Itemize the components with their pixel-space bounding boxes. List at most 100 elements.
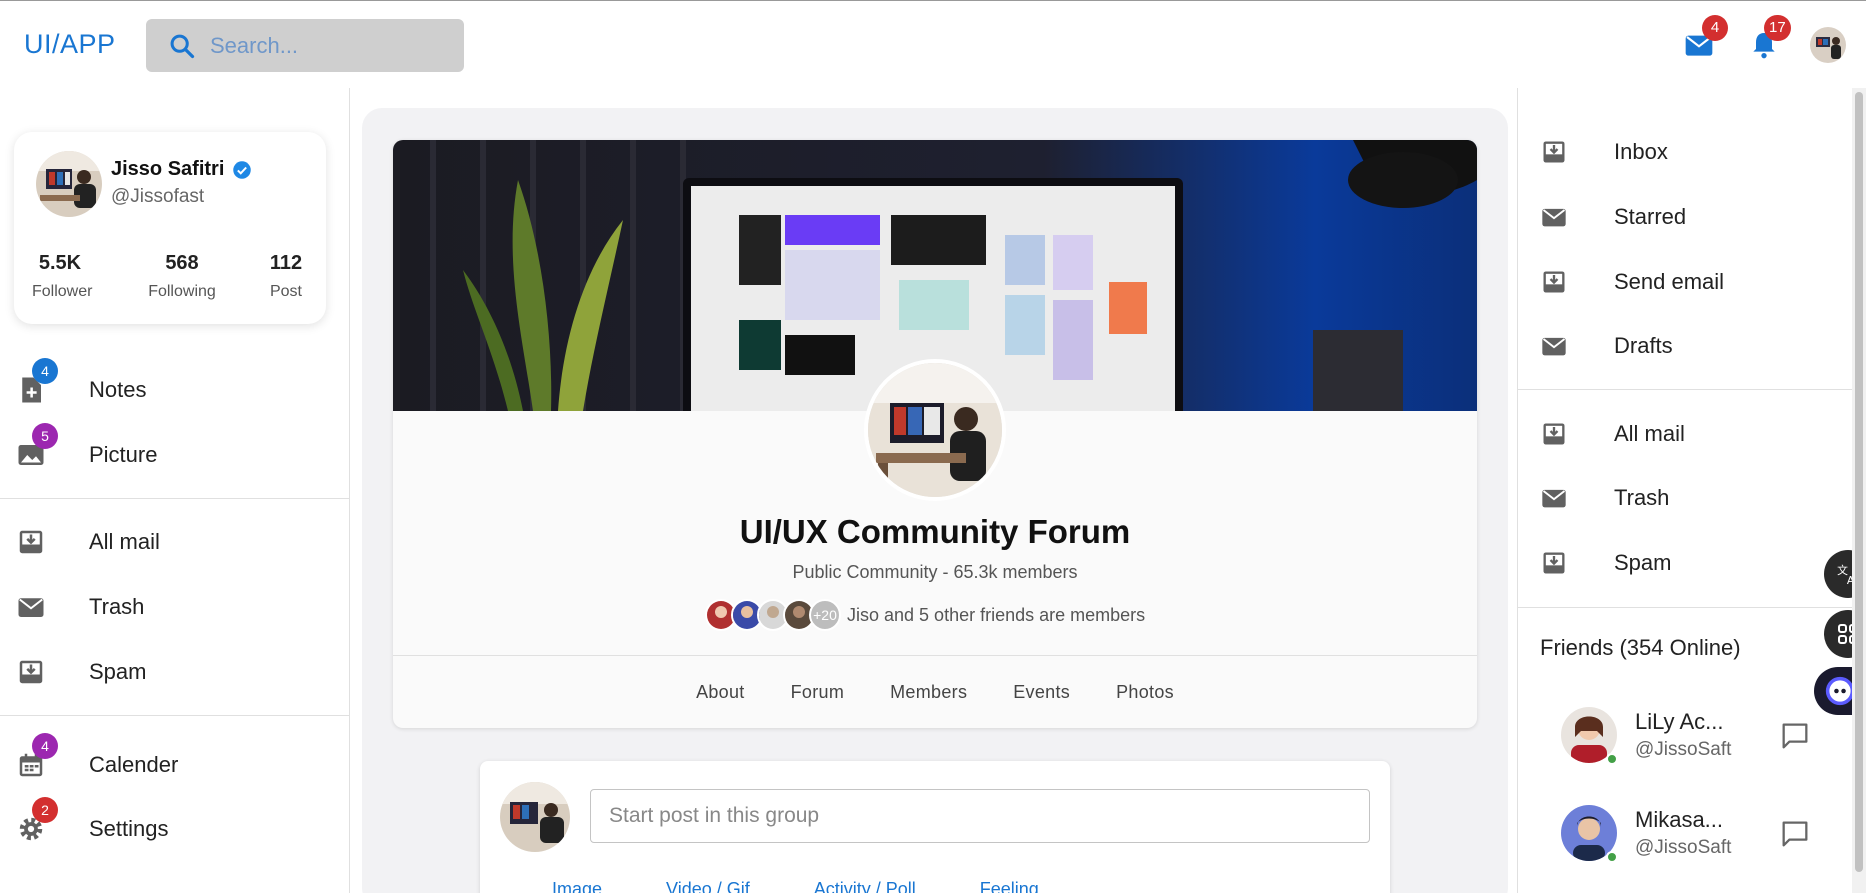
sidebar-item-spam[interactable]: Spam xyxy=(0,642,350,702)
mail-badge: 4 xyxy=(1702,15,1728,41)
notifications-badge: 17 xyxy=(1764,15,1791,41)
sidebar-divider xyxy=(0,498,350,499)
mail-item-send-email[interactable]: Send email xyxy=(1518,254,1853,310)
sidebar-item-label: Notes xyxy=(89,377,147,402)
right-divider xyxy=(1518,389,1853,390)
mail-icon xyxy=(1542,337,1566,356)
app-logo[interactable]: UI/APP xyxy=(24,29,116,60)
members-text: Jiso and 5 other friends are members xyxy=(847,604,1146,625)
mail-item-inbox[interactable]: Inbox xyxy=(1518,124,1853,180)
verified-icon xyxy=(233,160,252,179)
chat-icon[interactable] xyxy=(1778,719,1812,753)
sidebar-item-label: Trash xyxy=(89,594,145,619)
mail-item-label: Spam xyxy=(1614,550,1672,575)
sidebar-item-settings[interactable]: 2 Settings xyxy=(0,797,350,859)
sidebar-item-label: Settings xyxy=(89,816,169,841)
profile-name: Jisso Safitri xyxy=(111,158,225,180)
move-to-inbox-icon xyxy=(19,660,43,684)
search-input[interactable] xyxy=(210,32,440,59)
sidebar-item-label: All mail xyxy=(89,529,160,554)
mail-item-label: Trash xyxy=(1614,485,1670,510)
friend-item[interactable]: LiLy Ac... @JissoSaft xyxy=(1518,699,1853,779)
mail-item-drafts[interactable]: Drafts xyxy=(1518,318,1853,374)
profile-name-row: Jisso Safitri xyxy=(111,158,252,181)
post-composer: Image Video / Gif Activity / Poll Feelin… xyxy=(480,761,1390,893)
tab-photos[interactable]: Photos xyxy=(1116,682,1174,703)
right-sidebar: Inbox Starred Send email Drafts All mail… xyxy=(1517,88,1866,893)
notes-badge: 4 xyxy=(32,358,58,384)
composer-actions: Image Video / Gif Activity / Poll Feelin… xyxy=(552,879,1039,893)
profile-card[interactable]: Jisso Safitri @Jissofast 5.5K Follower 5… xyxy=(14,132,326,324)
stat-value: 5.5K xyxy=(38,252,82,274)
mail-icon xyxy=(1542,208,1566,227)
calender-badge: 4 xyxy=(32,733,58,759)
move-to-inbox-icon xyxy=(1543,423,1565,445)
composer-avatar xyxy=(500,782,570,852)
chat-icon[interactable] xyxy=(1778,817,1812,851)
mail-item-label: Drafts xyxy=(1614,333,1673,358)
mail-item-label: Starred xyxy=(1614,204,1687,229)
sidebar-divider xyxy=(0,715,350,716)
picture-badge: 5 xyxy=(32,423,58,449)
sidebar-item-calender[interactable]: 4 Calender xyxy=(0,733,350,795)
sidebar-item-picture[interactable]: 5 Picture xyxy=(0,423,350,485)
stat-label: Post xyxy=(269,283,302,300)
online-indicator xyxy=(1606,851,1618,863)
friend-name: LiLy Ac... xyxy=(1635,709,1724,734)
group-avatar xyxy=(864,359,1006,501)
mail-icon xyxy=(18,598,44,617)
search-box[interactable] xyxy=(146,19,464,72)
mail-item-label: Send email xyxy=(1614,269,1725,294)
stat-following[interactable]: 568 Following xyxy=(146,252,218,301)
group-subtitle: Public Community - 65.3k members xyxy=(792,562,1078,582)
group-title: UI/UX Community Forum xyxy=(739,513,1131,550)
friend-name: Mikasa... xyxy=(1635,807,1724,832)
tab-members[interactable]: Members xyxy=(890,682,967,703)
user-avatar[interactable] xyxy=(1810,27,1846,63)
tab-forum[interactable]: Forum xyxy=(791,682,845,703)
mail-item-label: All mail xyxy=(1614,421,1685,446)
tabs-divider xyxy=(393,655,1477,656)
mail-item-all-mail[interactable]: All mail xyxy=(1518,406,1853,462)
right-divider xyxy=(1518,607,1853,608)
mail-item-trash[interactable]: Trash xyxy=(1518,470,1853,526)
image-action[interactable]: Image xyxy=(552,879,602,893)
tab-about[interactable]: About xyxy=(696,682,745,703)
profile-handle: @Jissofast xyxy=(111,186,205,207)
mail-item-spam[interactable]: Spam xyxy=(1518,535,1853,591)
online-indicator xyxy=(1606,753,1618,765)
sidebar-item-label: Picture xyxy=(89,442,158,467)
video-action[interactable]: Video / Gif xyxy=(666,879,750,893)
sidebar-item-label: Spam xyxy=(89,659,147,684)
members-count-badge: +20 xyxy=(809,599,841,631)
members-preview[interactable]: +20 Jiso and 5 other friends are members xyxy=(705,598,1145,632)
profile-avatar xyxy=(36,151,102,217)
settings-badge: 2 xyxy=(32,797,58,823)
stat-followers[interactable]: 5.5K Follower xyxy=(32,252,93,301)
group-tabs: About Forum Members Events Photos xyxy=(393,682,1477,703)
left-sidebar: Jisso Safitri @Jissofast 5.5K Follower 5… xyxy=(0,88,350,893)
mail-item-starred[interactable]: Starred xyxy=(1518,189,1853,245)
scrollbar-thumb[interactable] xyxy=(1855,92,1863,872)
stat-value: 112 xyxy=(269,252,303,274)
friend-handle: @JissoSaft xyxy=(1635,739,1732,760)
feeling-action[interactable]: Feeling xyxy=(980,879,1039,893)
sidebar-item-all-mail[interactable]: All mail xyxy=(0,512,350,572)
mail-item-label: Inbox xyxy=(1614,139,1668,164)
stat-label: Following xyxy=(148,283,216,300)
tab-events[interactable]: Events xyxy=(1013,682,1070,703)
move-to-inbox-icon xyxy=(1543,552,1565,574)
move-to-inbox-icon xyxy=(1543,271,1565,293)
sidebar-item-trash[interactable]: Trash xyxy=(0,577,350,637)
search-icon xyxy=(170,34,195,58)
stat-label: Follower xyxy=(32,283,93,300)
friends-title: Friends (354 Online) xyxy=(1540,635,1741,660)
friend-handle: @JissoSaft xyxy=(1635,837,1732,858)
stat-posts[interactable]: 112 Post xyxy=(266,252,306,301)
sidebar-item-notes[interactable]: 4 Notes xyxy=(0,358,350,420)
friend-item[interactable]: Mikasa... @JissoSaft xyxy=(1518,797,1853,877)
mail-icon xyxy=(1542,489,1566,508)
post-input[interactable] xyxy=(590,789,1370,843)
poll-action[interactable]: Activity / Poll xyxy=(814,879,916,893)
top-app-bar: UI/APP 4 17 xyxy=(0,0,1866,88)
